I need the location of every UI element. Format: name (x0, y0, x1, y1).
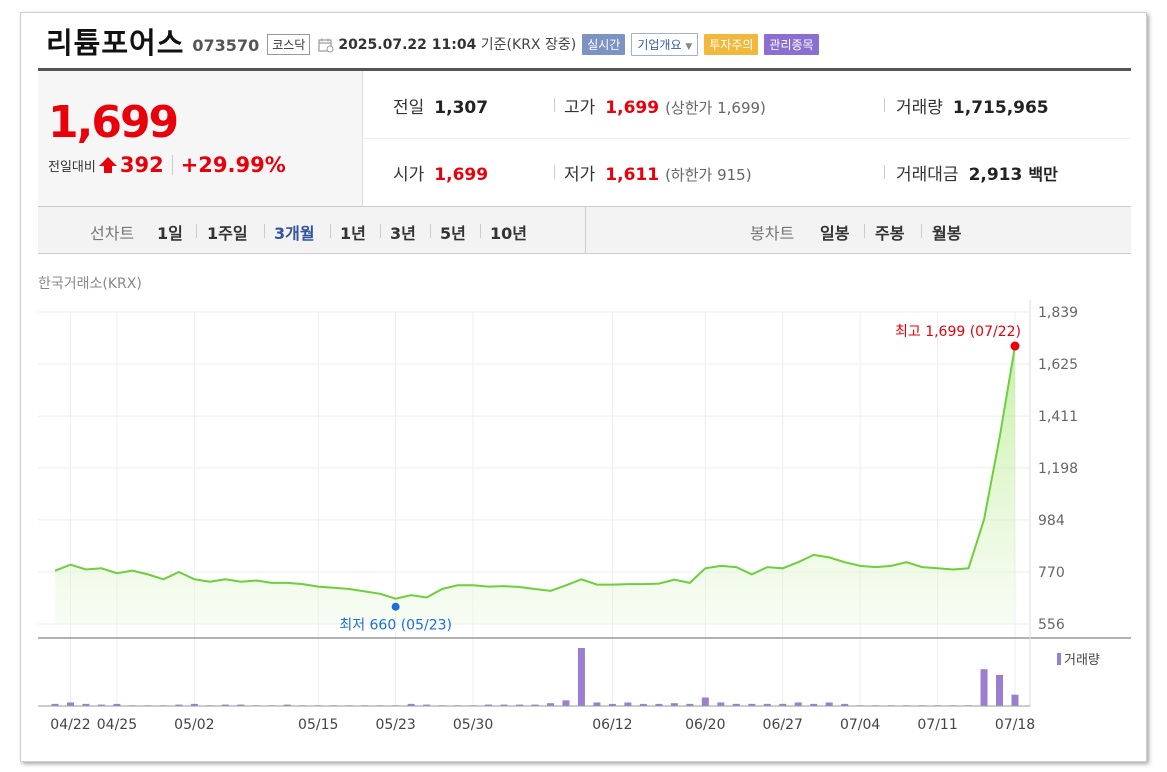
x-tick-label: 07/04 (840, 717, 880, 733)
chart-grid (38, 311, 1030, 706)
price-area (54, 345, 1016, 624)
volume-legend-label: 거래량 (1064, 653, 1100, 668)
volume-bar (66, 702, 74, 706)
high-marker (1010, 341, 1020, 351)
high-annotation: 최고 1,699 (07/22) (895, 324, 1021, 340)
x-tick-label: 05/15 (298, 717, 338, 733)
x-tick-label: 05/02 (174, 717, 214, 733)
x-tick-label: 06/27 (763, 717, 803, 733)
y-tick-label: 1,839 (1038, 305, 1078, 321)
volume-bar (717, 702, 725, 706)
volume-bar (562, 700, 570, 706)
volume-legend-swatch (1057, 653, 1061, 665)
y-tick-label: 1,411 (1038, 409, 1078, 425)
x-tick-label: 07/11 (917, 717, 957, 733)
y-tick-label: 1,198 (1038, 461, 1078, 477)
y-tick-label: 984 (1038, 513, 1065, 529)
volume-bar (794, 702, 802, 706)
x-tick-label: 05/23 (375, 717, 415, 733)
x-tick-label: 07/18 (995, 717, 1035, 733)
volume-bars (51, 648, 1019, 706)
x-tick-label: 06/20 (685, 717, 725, 733)
price-line (54, 345, 1016, 600)
y-tick-label: 556 (1038, 617, 1065, 633)
y-tick-label: 1,625 (1038, 357, 1078, 373)
price-area-fill (55, 346, 1015, 624)
volume-bar (593, 702, 601, 706)
x-tick-label: 04/25 (97, 717, 137, 733)
x-tick-label: 05/30 (453, 717, 493, 733)
volume-bar (996, 674, 1004, 706)
price-chart: 1,839 1,625 1,411 1,198 984 770 556 04/22 04/25 0… (38, 300, 1131, 733)
x-tick-label: 06/12 (592, 717, 632, 733)
volume-bar (701, 697, 709, 706)
low-marker (391, 602, 400, 611)
x-tick-label: 04/22 (50, 717, 90, 733)
volume-bar (825, 702, 833, 706)
volume-bar (980, 669, 988, 706)
y-tick-label: 770 (1038, 565, 1065, 581)
volume-bar (624, 702, 632, 706)
low-annotation: 최저 660 (05/23) (339, 618, 452, 634)
volume-bar (577, 648, 585, 706)
volume-bar (1011, 694, 1019, 706)
